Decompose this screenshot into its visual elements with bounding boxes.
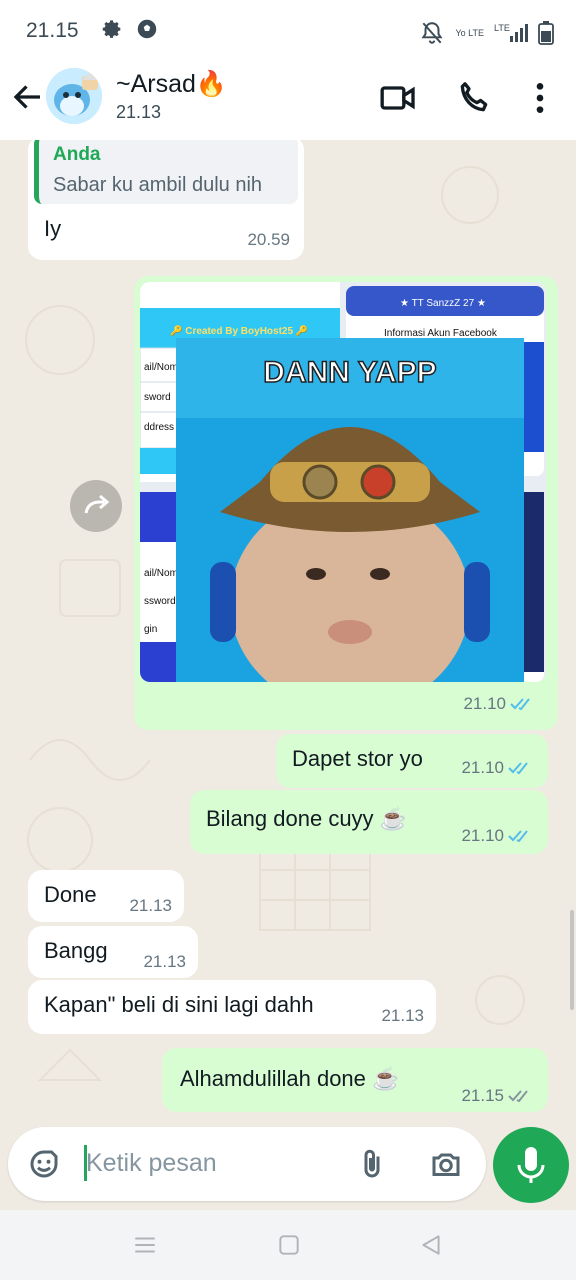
avatar-image xyxy=(46,68,102,124)
message-text: Done xyxy=(44,882,97,907)
message-time: 21.13 xyxy=(143,952,186,971)
network-labels: Yo LTE xyxy=(455,27,484,38)
system-nav-bar xyxy=(0,1210,576,1280)
scrollbar[interactable] xyxy=(570,910,574,1010)
chat-header: ~Arsad🔥 21.13 xyxy=(0,62,576,140)
camera-icon[interactable] xyxy=(428,1146,464,1182)
signal-icon: LTE xyxy=(494,23,528,42)
attach-icon[interactable] xyxy=(354,1146,390,1182)
home-nav-icon[interactable] xyxy=(276,1232,302,1258)
avatar[interactable] xyxy=(46,68,102,124)
message-time: 21.10 xyxy=(461,826,504,845)
phone-icon[interactable] xyxy=(454,78,494,118)
message-outgoing[interactable]: Bilang done cuyy ☕ 21.10 xyxy=(190,790,548,854)
quoted-message[interactable]: Anda Sabar ku ambil dulu nih xyxy=(34,140,298,204)
mute-bell-icon xyxy=(421,22,443,44)
sticker-image: DANN YAPP xyxy=(176,338,524,682)
image-info-text: Informasi Akun Facebook xyxy=(384,328,498,339)
message-text: Bangg xyxy=(44,938,108,963)
message-outgoing[interactable]: Alhamdulillah done ☕ 21.15 xyxy=(162,1048,548,1112)
contact-name[interactable]: ~Arsad🔥 xyxy=(116,70,227,99)
forward-icon xyxy=(84,494,110,514)
message-text: Kapan" beli di sini lagi dahh xyxy=(44,992,314,1017)
message-time: 21.13 xyxy=(129,896,172,915)
message-text: Bilang done cuyy ☕ xyxy=(206,806,408,831)
message-time: 20.59 xyxy=(247,230,290,249)
menu-nav-icon[interactable] xyxy=(132,1232,158,1258)
image-field-text: gin xyxy=(144,624,157,635)
mic-button[interactable] xyxy=(493,1127,569,1203)
message-incoming[interactable]: Kapan" beli di sini lagi dahh 21.13 xyxy=(28,980,436,1034)
message-time: 21.10 xyxy=(461,758,504,777)
message-incoming[interactable]: Done 21.13 xyxy=(28,870,184,922)
image-field-text: ssword xyxy=(144,596,176,607)
message-incoming[interactable]: Anda Sabar ku ambil dulu nih Iy 20.59 xyxy=(28,140,304,260)
svg-text:LTE: LTE xyxy=(494,23,510,33)
message-input[interactable]: Ketik pesan xyxy=(86,1149,217,1178)
image-field-text: ail/Nom xyxy=(144,568,178,579)
message-text: Dapet stor yo xyxy=(292,746,423,771)
message-outgoing-image[interactable]: 🔑 Created By BoyHost25 🔑 ail/Nom sword d… xyxy=(134,276,558,730)
fire-emoji: 🔥 xyxy=(195,70,228,98)
message-composer[interactable]: Ketik pesan xyxy=(8,1127,486,1201)
message-meta: 21.10 xyxy=(461,758,534,778)
soccer-ball-icon xyxy=(136,18,158,40)
image-header-text: ★ TT SanzzZ 27 ★ xyxy=(400,298,486,309)
message-text: Alhamdulillah done ☕ xyxy=(180,1066,400,1091)
forward-button[interactable] xyxy=(70,480,122,532)
back-arrow-icon[interactable] xyxy=(10,79,46,115)
contact-name-text: ~Arsad xyxy=(116,70,196,98)
image-field-text: ddress xyxy=(144,422,174,433)
chat-area[interactable]: Anda Sabar ku ambil dulu nih Iy 20.59 🔑 … xyxy=(0,140,576,1130)
quote-author: Anda xyxy=(53,144,101,165)
delivered-ticks-icon xyxy=(508,1090,528,1103)
image-collage: 🔑 Created By BoyHost25 🔑 ail/Nom sword d… xyxy=(140,282,546,682)
image-field-text: sword xyxy=(144,392,171,403)
gear-icon xyxy=(102,20,121,38)
more-vert-icon[interactable] xyxy=(520,78,560,118)
message-time: 21.15 xyxy=(461,1086,504,1105)
status-bar: 21.15 Yo LTE LTE xyxy=(0,0,576,62)
message-time: 21.10 xyxy=(463,694,506,713)
message-meta: 21.15 xyxy=(461,1086,534,1106)
read-ticks-icon xyxy=(508,762,528,775)
battery-icon xyxy=(538,21,554,45)
read-ticks-icon xyxy=(510,698,530,711)
mic-icon xyxy=(517,1147,545,1183)
last-seen: 21.13 xyxy=(116,102,162,122)
video-call-icon[interactable] xyxy=(378,78,418,118)
back-nav-icon[interactable] xyxy=(418,1232,444,1258)
quote-text: Sabar ku ambil dulu nih xyxy=(53,174,263,196)
network-type-label: Yo LTE xyxy=(455,27,484,38)
read-ticks-icon xyxy=(508,830,528,843)
image-attachment[interactable]: 🔑 Created By BoyHost25 🔑 ail/Nom sword d… xyxy=(140,282,546,682)
emoji-sticker-icon[interactable] xyxy=(26,1146,62,1182)
message-meta: 21.10 xyxy=(463,694,536,714)
message-time: 21.13 xyxy=(381,1006,424,1025)
message-text: Iy xyxy=(44,216,62,241)
image-created-text: 🔑 Created By BoyHost25 🔑 xyxy=(170,324,309,337)
sticker-caption: DANN YAPP xyxy=(263,356,436,389)
image-field-text: ail/Nom xyxy=(144,362,178,373)
status-time: 21.15 xyxy=(26,19,79,42)
message-meta: 21.10 xyxy=(461,826,534,846)
message-incoming[interactable]: Bangg 21.13 xyxy=(28,926,198,978)
message-outgoing[interactable]: Dapet stor yo 21.10 xyxy=(276,734,548,788)
